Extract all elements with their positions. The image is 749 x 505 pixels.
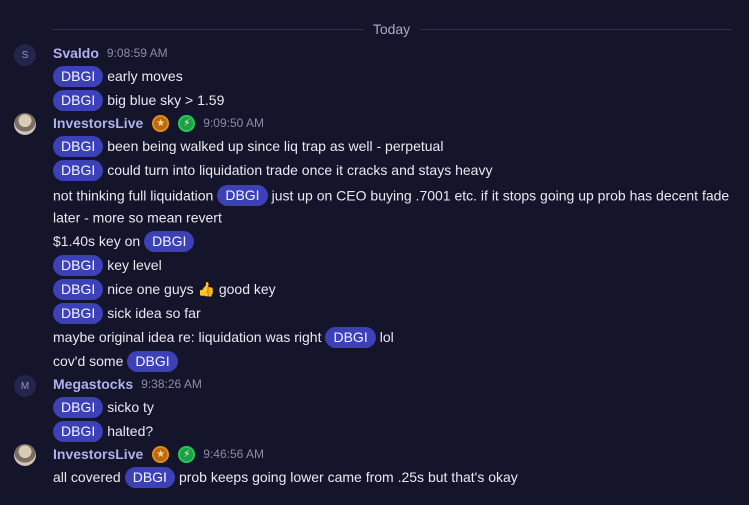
- ticker-tag[interactable]: DBGI: [53, 89, 104, 111]
- message-text-pre: cov'd some: [53, 353, 124, 370]
- avatar[interactable]: M: [14, 375, 36, 398]
- message-text: sick idea so far: [107, 305, 201, 322]
- username[interactable]: InvestorsLive: [53, 115, 143, 131]
- avatar[interactable]: S: [14, 44, 36, 66]
- ticker-tag[interactable]: DBGI: [53, 135, 104, 157]
- message-text: sicko ty: [107, 399, 154, 416]
- star-badge-icon: ★: [152, 445, 170, 463]
- star-badge-icon: ★: [152, 114, 170, 132]
- message: DBGI halted?: [0, 419, 749, 443]
- ticker-tag[interactable]: DBGI: [144, 230, 195, 252]
- ticker-tag[interactable]: DBGI: [124, 466, 175, 488]
- message-header: S Svaldo 9:08:59 AM: [0, 42, 749, 66]
- message-text-pre: not thinking full liquidation: [53, 187, 214, 204]
- message-text-pre: all covered: [53, 469, 121, 486]
- ticker-tag[interactable]: DBGI: [53, 420, 104, 442]
- date-divider: Today: [52, 18, 732, 40]
- message: DBGI sicko ty: [0, 395, 749, 419]
- ticker-tag[interactable]: DBGI: [53, 254, 104, 276]
- message: DBGI big blue sky > 1.59: [0, 88, 749, 112]
- message-text: early moves: [107, 68, 183, 84]
- message: DBGI could turn into liquidation trade o…: [0, 158, 749, 182]
- ticker-tag[interactable]: DBGI: [53, 302, 104, 324]
- avatar[interactable]: [14, 113, 36, 135]
- message-text-pre: maybe original idea re: liquidation was …: [53, 329, 322, 346]
- ticker-tag[interactable]: DBGI: [53, 159, 104, 181]
- message-text: been being walked up since liq trap as w…: [107, 138, 444, 154]
- ticker-tag[interactable]: DBGI: [325, 326, 376, 348]
- lightning-badge-icon: ⚡: [178, 445, 196, 463]
- message: DBGI been being walked up since liq trap…: [0, 134, 749, 158]
- ticker-tag[interactable]: DBGI: [127, 350, 178, 372]
- avatar[interactable]: [14, 444, 36, 467]
- username[interactable]: InvestorsLive: [53, 446, 143, 462]
- message-text: key level: [107, 257, 162, 274]
- message: DBGI sick idea so far: [0, 301, 749, 325]
- message: all covered DBGI prob keeps going lower …: [0, 465, 749, 489]
- divider-line-left: [52, 28, 363, 30]
- message: cov'd some DBGI: [0, 349, 749, 373]
- message-text: lol: [379, 329, 394, 346]
- lightning-badge-icon: ⚡: [178, 114, 196, 132]
- message-header: InvestorsLive ★ ⚡ 9:46:56 AM: [0, 443, 749, 467]
- date-divider-label: Today: [372, 21, 411, 37]
- message: maybe original idea re: liquidation was …: [0, 325, 749, 349]
- message: DBGI key level: [0, 253, 749, 277]
- timestamp: 9:08:59 AM: [106, 46, 168, 60]
- message-header: M Megastocks 9:38:26 AM: [0, 373, 749, 398]
- message-text: big blue sky > 1.59: [107, 92, 225, 108]
- message-text: could turn into liquidation trade once i…: [107, 162, 493, 178]
- message-text-pre: $1.40s key on: [53, 233, 141, 250]
- username[interactable]: Megastocks: [53, 376, 133, 392]
- message: DBGI early moves: [0, 64, 749, 88]
- message-header: InvestorsLive ★ ⚡ 9:09:50 AM: [0, 112, 749, 135]
- username[interactable]: Svaldo: [53, 45, 99, 61]
- ticker-tag[interactable]: DBGI: [53, 396, 104, 418]
- ticker-tag[interactable]: DBGI: [53, 278, 104, 300]
- ticker-tag[interactable]: DBGI: [53, 65, 104, 87]
- timestamp: 9:09:50 AM: [203, 116, 264, 130]
- message-feed: S Svaldo 9:08:59 AM DBGI early moves DBG…: [0, 42, 749, 489]
- ticker-tag[interactable]: DBGI: [217, 184, 268, 206]
- message-text: halted?: [107, 423, 154, 440]
- message-text: prob keeps going lower came from .25s bu…: [178, 469, 518, 486]
- divider-line-right: [420, 28, 732, 30]
- message: $1.40s key on DBGI: [0, 229, 749, 253]
- message-text: nice one guys 👍 good key: [107, 281, 276, 298]
- timestamp: 9:46:56 AM: [203, 447, 264, 462]
- timestamp: 9:38:26 AM: [141, 377, 202, 392]
- message: DBGI nice one guys 👍 good key: [0, 277, 749, 301]
- message: not thinking full liquidation DBGI just up…: [0, 182, 749, 229]
